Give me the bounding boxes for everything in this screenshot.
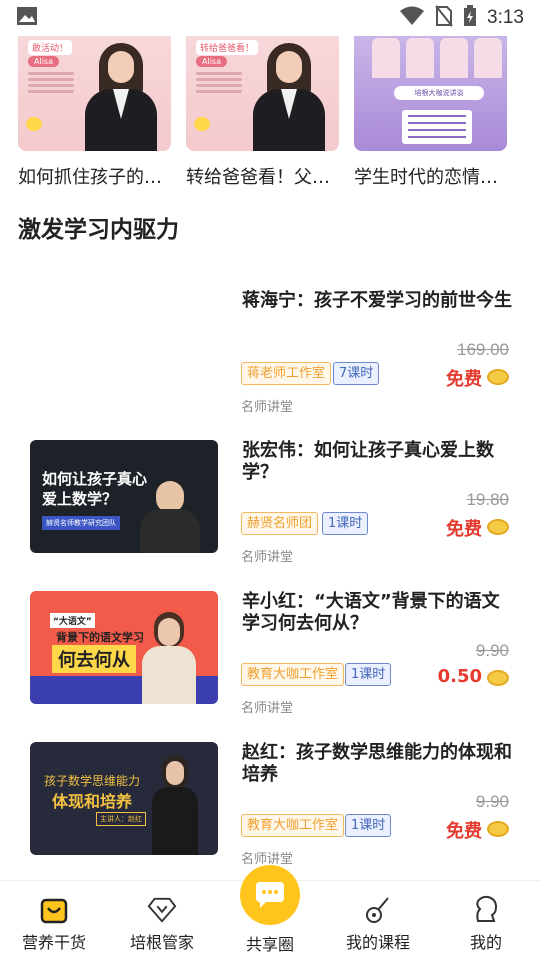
studio-tag: 教育大咖工作室	[241, 663, 345, 686]
thumb-info-card	[402, 110, 472, 144]
course-source: 名师讲堂	[241, 701, 294, 716]
chat-bubble-icon[interactable]	[240, 865, 300, 925]
current-price: 免费	[446, 519, 482, 540]
thumb-headline: “大语文”	[50, 613, 95, 628]
course-source: 名师讲堂	[241, 400, 294, 415]
course-source: 名师讲堂	[241, 550, 294, 565]
thumb-caption: 赫贤名师教学研究团队	[42, 516, 120, 530]
coin-icon	[487, 670, 509, 686]
status-time: 3:13	[487, 7, 524, 28]
bottom-nav: 营养干货 培根管家 共享圈 我的课程 我的	[0, 865, 540, 960]
image-notification-icon	[16, 6, 38, 30]
top-course-title[interactable]: 如何抓住孩子的…	[18, 163, 171, 189]
thumb-headline: 何去何从	[52, 645, 136, 673]
guitar-icon	[363, 895, 393, 925]
original-price: 9.90	[475, 792, 509, 811]
top-course-card[interactable]: 敢活动！ Alisa 如何抓住孩子的…	[18, 36, 171, 189]
course-list-item[interactable]: 如何让孩子真心 爱上数学？ 赫贤名师教学研究团队 张宏伟：如何让孩子真心爱上数学…	[0, 440, 540, 580]
top-course-card[interactable]: 转给爸爸看！ Alisa 转给爸爸看！父…	[186, 36, 339, 189]
diamond-heart-icon	[147, 895, 177, 925]
thumb-text-lines	[196, 72, 242, 96]
nav-item-profile[interactable]: 我的	[432, 881, 540, 960]
nav-label: 我的	[469, 933, 502, 952]
course-title[interactable]: 赵红：孩子数学思维能力的体现和培养	[242, 742, 512, 786]
thumb-banner: 培根大咖说讲谈	[394, 86, 484, 100]
thumb-caption: 主讲人：赵红	[96, 812, 146, 826]
coin-icon	[487, 821, 509, 837]
nav-label: 我的课程	[345, 933, 410, 952]
status-bar: 3:13	[0, 0, 540, 36]
nav-item-share-circle[interactable]: 共享圈	[216, 865, 324, 960]
course-thumbnail[interactable]: 孩子数学思维能力 体现和培养 主讲人：赵红	[30, 742, 218, 855]
top-course-carousel[interactable]: 敢活动！ Alisa 如何抓住孩子的… 转给爸爸看！ Alisa 转给爸爸看！父…	[18, 36, 540, 196]
top-course-title[interactable]: 转给爸爸看！父…	[186, 163, 339, 189]
thumb-headline: 体现和培养	[52, 792, 133, 811]
lessons-tag: 7课时	[333, 362, 380, 385]
thumb-name-tag: Alisa	[28, 56, 59, 67]
speaker-photo	[142, 608, 196, 704]
thumb-headline: 背景下的语文学习	[56, 631, 144, 644]
course-thumbnail[interactable]: 如何让孩子真心 爱上数学？ 赫贤名师教学研究团队	[30, 440, 218, 553]
lessons-tag: 1课时	[322, 512, 369, 535]
current-price: 免费	[446, 369, 482, 390]
course-title[interactable]: 辛小红：“大语文”背景下的语文学习何去何从？	[242, 591, 512, 635]
current-price: 0.50	[437, 666, 482, 687]
coin-icon	[487, 519, 509, 535]
current-price: 免费	[446, 821, 482, 842]
thumb-tag: 敢活动！	[28, 40, 73, 55]
thumb-text-lines	[28, 72, 74, 96]
battery-charging-icon	[463, 5, 477, 31]
lessons-tag: 1课时	[345, 663, 392, 686]
nav-label: 共享圈	[245, 935, 294, 954]
speaker-photo	[140, 479, 200, 553]
course-list-item[interactable]: 蒋海宁：孩子不爱学习的前世今生 蒋老师工作室 7课时 名师讲堂 169.00 免…	[0, 290, 540, 430]
studio-tag: 蒋老师工作室	[241, 362, 332, 385]
nav-item-nutrition[interactable]: 营养干货	[0, 881, 108, 960]
speaker-photo	[81, 39, 161, 151]
top-course-thumbnail[interactable]: 转给爸爸看！ Alisa	[186, 36, 339, 151]
original-price: 9.90	[475, 641, 509, 660]
nav-label: 营养干货	[21, 933, 86, 952]
nav-label: 培根管家	[129, 933, 194, 952]
nav-item-butler[interactable]: 培根管家	[108, 881, 216, 960]
wifi-icon	[399, 6, 425, 30]
thumb-headline: 孩子数学思维能力	[44, 774, 141, 788]
coin-icon	[487, 369, 509, 385]
original-price: 19.80	[466, 490, 509, 509]
studio-tag: 教育大咖工作室	[241, 814, 345, 837]
profile-icon	[471, 895, 501, 925]
thumb-headline: 如何让孩子真心	[42, 470, 148, 488]
course-thumbnail[interactable]: “大语文” 背景下的语文学习 何去何从	[30, 591, 218, 704]
top-course-thumbnail[interactable]: 培根大咖说讲谈	[354, 36, 507, 151]
speaker-group-photo	[372, 38, 502, 78]
top-course-card[interactable]: 培根大咖说讲谈 学生时代的恋情…	[354, 36, 507, 189]
course-list-item[interactable]: 孩子数学思维能力 体现和培养 主讲人：赵红 赵红：孩子数学思维能力的体现和培养 …	[0, 742, 540, 882]
thumb-name-tag: Alisa	[196, 56, 227, 67]
speaker-photo	[152, 751, 198, 855]
speaker-photo	[249, 39, 329, 151]
lessons-tag: 1课时	[345, 814, 392, 837]
section-title: 激发学习内驱力	[18, 217, 179, 243]
top-course-thumbnail[interactable]: 敢活动！ Alisa	[18, 36, 171, 151]
no-sim-icon	[435, 5, 453, 31]
course-title[interactable]: 张宏伟：如何让孩子真心爱上数学？	[242, 440, 512, 484]
chick-sticker	[194, 117, 210, 131]
top-course-title[interactable]: 学生时代的恋情…	[354, 163, 507, 189]
course-title[interactable]: 蒋海宁：孩子不爱学习的前世今生	[242, 290, 512, 312]
chick-sticker	[26, 117, 42, 131]
course-list-item[interactable]: “大语文” 背景下的语文学习 何去何从 辛小红：“大语文”背景下的语文学习何去何…	[0, 591, 540, 731]
original-price: 169.00	[457, 340, 509, 359]
nav-item-my-courses[interactable]: 我的课程	[324, 881, 432, 960]
thumb-headline: 爱上数学？	[42, 490, 118, 508]
studio-tag: 赫贤名师团	[241, 512, 319, 535]
home-bag-icon	[39, 895, 69, 925]
